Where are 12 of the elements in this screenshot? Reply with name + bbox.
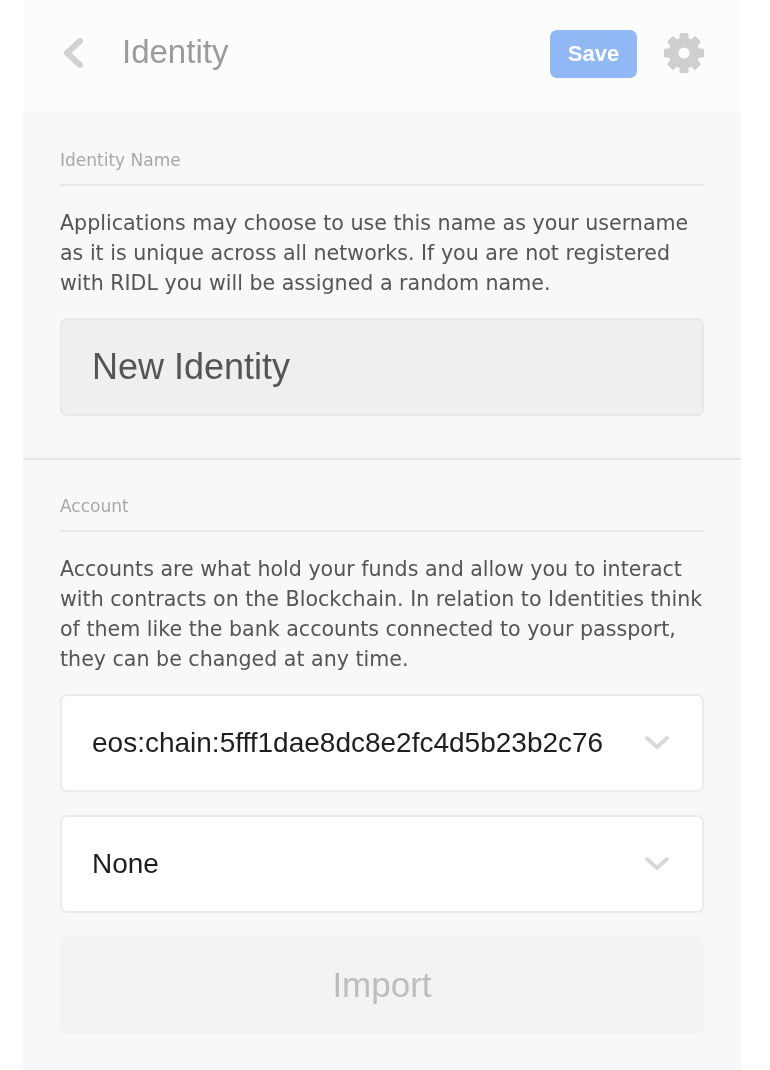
- section-label: Account: [60, 496, 129, 516]
- chevron-down-icon: [644, 735, 670, 751]
- name-input-field[interactable]: New Identity: [60, 318, 704, 416]
- back-chevron-icon[interactable]: [62, 38, 84, 68]
- chevron-down-icon: [644, 856, 670, 872]
- section-description: Accounts are what hold your funds and allow you to interact with contracts on the Blockchain. In relation to Identities think of them like the bank accounts connected to your passport, they can be changed at any time.: [60, 556, 704, 673]
- section-label: Identity Name: [60, 150, 181, 170]
- section-description: Applications may choose to use this name as your username as it is unique across all networks. If you are not registered with RIDL you will be assigned a random name.: [60, 210, 690, 297]
- account-dropdown[interactable]: None: [60, 815, 704, 913]
- settings-icon[interactable]: [663, 32, 705, 74]
- page-title: Identity: [122, 33, 229, 71]
- account-dropdown[interactable]: eos:chain:5fff1dae8dc8e2fc4d5b23b2c76: [60, 694, 704, 792]
